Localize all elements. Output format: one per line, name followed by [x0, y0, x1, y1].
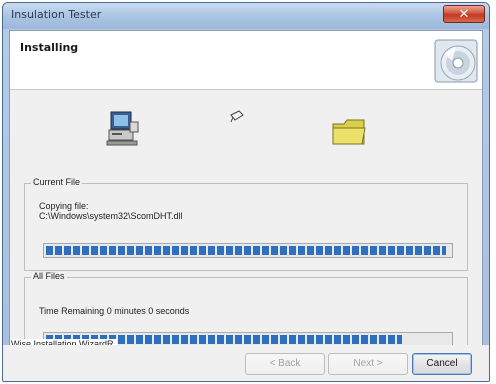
close-button[interactable]: ✕: [443, 5, 485, 23]
current-file-progress-bar: [43, 243, 453, 258]
next-button[interactable]: Next >: [328, 353, 408, 375]
cd-disc-icon: [434, 39, 478, 83]
flying-file-icon: [230, 110, 244, 123]
installer-window: Insulation Tester ✕ Installing Current F…: [2, 2, 490, 382]
cancel-button[interactable]: Cancel: [412, 353, 472, 375]
current-file-progress-fill: [46, 246, 446, 255]
button-bar: < Back Next > Cancel: [3, 345, 489, 381]
current-file-group: Current File Copying file: C:\Windows\sy…: [24, 177, 468, 271]
current-file-legend: Current File: [31, 177, 83, 187]
wizard-client-area: Installing Current File Copying file: C:…: [9, 30, 483, 376]
all-files-legend: All Files: [31, 271, 67, 281]
folder-icon: [332, 119, 366, 145]
copying-status-label: Copying file:: [39, 201, 89, 211]
copy-animation: [10, 90, 482, 156]
back-button[interactable]: < Back: [245, 353, 325, 375]
wizard-header: Installing: [10, 31, 482, 90]
page-title: Installing: [20, 41, 79, 54]
current-file-path: C:\Windows\system32\ScomDHT.dll: [39, 211, 183, 221]
title-bar[interactable]: Insulation Tester ✕: [3, 3, 489, 29]
time-remaining-label: Time Remaining 0 minutes 0 seconds: [39, 306, 190, 316]
computer-icon: [106, 111, 139, 146]
window-title: Insulation Tester: [11, 8, 102, 21]
